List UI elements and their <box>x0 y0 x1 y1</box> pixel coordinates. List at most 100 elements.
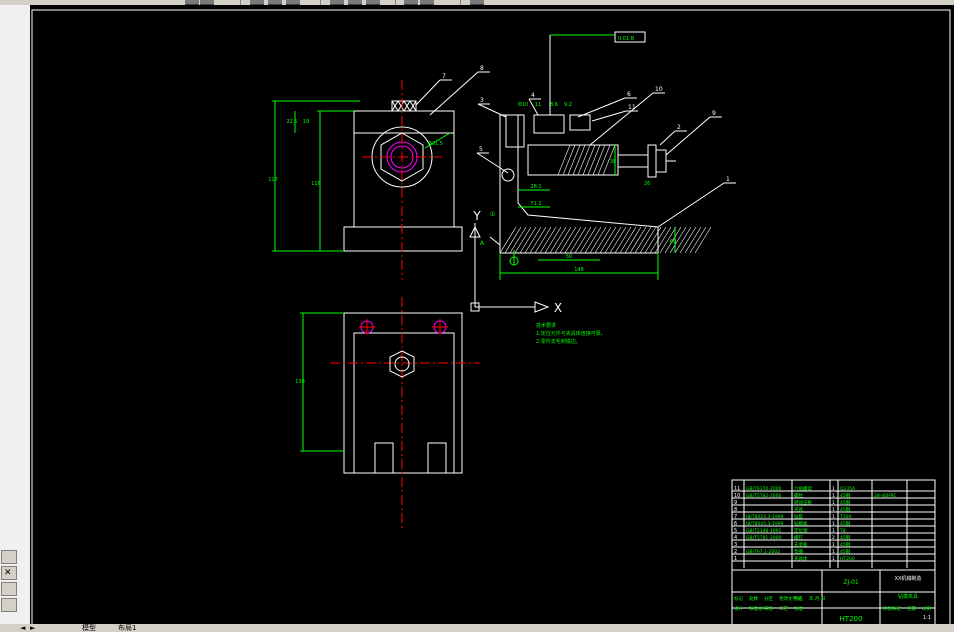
hatch-line <box>534 226 552 254</box>
part-label: 5 <box>479 146 483 153</box>
hatch-line <box>574 226 592 254</box>
part-label: 3 <box>480 97 484 104</box>
hatch-line <box>567 144 581 176</box>
cad-drawing[interactable]: 11711622.5 19Φ31.50.01 BA①148506028.171.1… <box>30 5 954 625</box>
dim-side-width: 148 <box>574 267 584 273</box>
dim-side-c: 38 <box>610 159 616 165</box>
hatch-line <box>624 226 642 254</box>
tab-nav-next[interactable]: ► <box>30 624 35 632</box>
properties-icon[interactable] <box>1 550 17 564</box>
label-leader <box>476 152 509 174</box>
tab-layout1[interactable]: 布局1 <box>118 624 136 632</box>
dim-side-top-a: Φ10 <box>518 102 528 108</box>
hatch-line <box>504 226 522 254</box>
hatch-line <box>629 226 647 254</box>
hatch-line <box>579 226 597 254</box>
bom-code: JB/T8045.3-1999 <box>745 521 784 527</box>
label-leader <box>577 97 626 118</box>
hatch-line <box>587 144 601 176</box>
bom-name: 螺钉 <box>794 534 803 541</box>
tab-model[interactable]: 模型 <box>82 624 96 632</box>
hatch-line <box>577 144 591 176</box>
hatch-line <box>634 226 652 254</box>
bom-code: GB/T5782-2000 <box>746 493 782 499</box>
title-mass-label: 重量 <box>907 605 916 612</box>
dim-side-top-d: 9.2 <box>564 102 572 108</box>
bom-material: 45钢 <box>840 520 851 527</box>
drill-bushing-top <box>391 100 417 112</box>
u-slot <box>427 442 447 474</box>
plan-view-body <box>343 312 463 474</box>
title-footer-label: 标记 <box>734 595 743 602</box>
bom-qty: 1 <box>832 514 835 520</box>
part-label: 10 <box>655 86 663 93</box>
hatch-line <box>529 226 547 254</box>
close-icon[interactable]: ✕ <box>1 566 17 580</box>
drawing-canvas[interactable]: 117 116 22.5 19 Φ31.5 0.01 B A ① 148 50 60 28.1 71.1… <box>30 5 954 625</box>
part-label: 6 <box>627 91 631 98</box>
bom-code: GB/T2148-1991 <box>746 528 782 534</box>
support-plate <box>505 114 525 148</box>
title-footer-label: 工艺 <box>779 606 788 612</box>
hatch-line <box>559 226 577 254</box>
bom-name: 支承板 <box>794 541 808 548</box>
dim-front-top-b: 19 <box>303 119 309 125</box>
hatch-line <box>589 226 607 254</box>
hatch-line <box>599 226 617 254</box>
title-drawing-no: ZJ-01 <box>843 579 859 586</box>
bom-note: 28-40HRC <box>874 493 897 499</box>
label-leader <box>659 130 676 146</box>
dim-front-height: 116 <box>311 181 321 187</box>
bom-code: GB/T6170-2000 <box>746 486 782 492</box>
datum-label-1: ① <box>490 211 495 218</box>
bom-material: T10A <box>839 514 852 520</box>
hatch-line <box>639 226 657 254</box>
bom-no: 8 <box>734 507 737 513</box>
bom-qty: 1 <box>832 500 835 506</box>
hatch-line <box>694 226 712 254</box>
bom-name: 定位销 <box>794 527 808 534</box>
bom-qty: 1 <box>832 542 835 548</box>
tab-nav-prev[interactable]: ◄ <box>20 624 25 632</box>
dim-front-height-total: 117 <box>268 177 278 183</box>
label-leader <box>477 103 507 118</box>
bom-material: 45钢 <box>840 492 851 499</box>
ucs-y-label: Y <box>472 209 481 223</box>
bom-name: 垫圈 <box>794 548 803 555</box>
bom-name: 夹具 <box>794 506 803 513</box>
bom-code: JB/T8024.3-1999 <box>745 514 784 520</box>
tech-req-line1: 1.定位元件与夹具体连接可靠。 <box>536 330 606 337</box>
title-footer-label: 标准化 <box>749 605 763 612</box>
bom-qty: 1 <box>832 507 835 513</box>
bom-name: 六角螺母 <box>794 485 812 492</box>
hatch-line <box>557 144 571 176</box>
drill-plate <box>533 114 565 134</box>
palette-icon[interactable] <box>1 582 17 596</box>
bom-no: 9 <box>734 500 737 506</box>
hatch-line <box>619 226 637 254</box>
tool-icon[interactable] <box>1 598 17 612</box>
bom-name: 钻模板 <box>794 520 808 527</box>
bom-material: 45钢 <box>840 548 851 555</box>
hatch-line <box>539 226 557 254</box>
part-label: 2 <box>677 124 681 131</box>
hatch-line <box>582 144 596 176</box>
hatch-line <box>554 226 572 254</box>
label-leader <box>415 79 441 106</box>
bom-name: 钻套 <box>794 513 803 520</box>
bom-code: GB/T5781-2000 <box>746 535 782 541</box>
hatch-line <box>549 226 567 254</box>
part-label: 11 <box>628 104 636 111</box>
title-scale-label: 比例 <box>922 605 931 612</box>
front-view-body <box>353 110 455 228</box>
part-label: 1 <box>726 176 730 183</box>
bom-qty: 1 <box>832 486 835 492</box>
side-view-hatching <box>499 226 712 254</box>
hatch-line <box>644 226 662 254</box>
hatch-line <box>524 226 542 254</box>
hatch-line <box>514 226 532 254</box>
label-leader <box>657 182 725 228</box>
hatch-line <box>594 226 612 254</box>
bom-name: 夹具体 <box>794 555 808 562</box>
datum-marker <box>489 236 501 246</box>
